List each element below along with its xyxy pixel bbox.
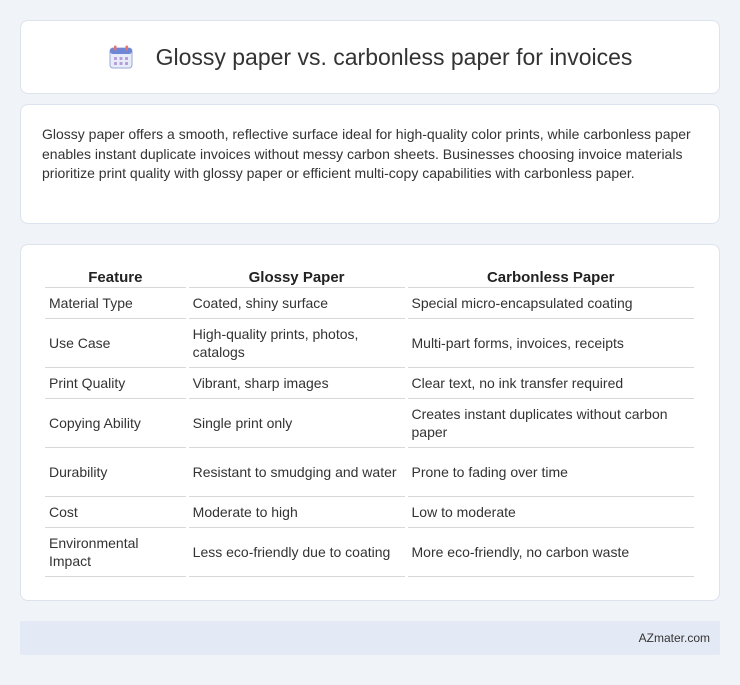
table-row: Material Type Coated, shiny surface Spec… — [45, 288, 694, 319]
row-feature: Material Type — [45, 288, 186, 319]
page-title: Glossy paper vs. carbonless paper for in… — [155, 43, 633, 70]
intro-text: Glossy paper offers a smooth, reflective… — [42, 126, 691, 181]
row-glossy: Resistant to smudging and water — [188, 448, 405, 497]
table-row: Copying Ability Single print only Create… — [45, 399, 694, 448]
row-carbonless: More eco-friendly, no carbon waste — [407, 528, 694, 577]
row-feature: Print Quality — [45, 368, 186, 399]
row-glossy: Less eco-friendly due to coating — [188, 528, 405, 577]
calendar-icon — [108, 44, 134, 70]
row-feature: Durability — [45, 448, 186, 497]
comparison-card: Feature Glossy Paper Carbonless Paper Ma… — [20, 244, 720, 601]
table-row: Print Quality Vibrant, sharp images Clea… — [45, 368, 694, 399]
header-glossy: Glossy Paper — [188, 265, 405, 288]
row-glossy: Vibrant, sharp images — [188, 368, 405, 399]
header-carbonless: Carbonless Paper — [407, 265, 694, 288]
table-header-row: Feature Glossy Paper Carbonless Paper — [45, 265, 694, 288]
row-glossy: High-quality prints, photos, catalogs — [188, 319, 405, 368]
row-carbonless: Creates instant duplicates without carbo… — [407, 399, 694, 448]
table-row: Use Case High-quality prints, photos, ca… — [45, 319, 694, 368]
row-carbonless: Prone to fading over time — [407, 448, 694, 497]
row-carbonless: Multi-part forms, invoices, receipts — [407, 319, 694, 368]
table-row: Cost Moderate to high Low to moderate — [45, 497, 694, 528]
row-glossy: Single print only — [188, 399, 405, 448]
row-glossy: Moderate to high — [188, 497, 405, 528]
row-feature: Use Case — [45, 319, 186, 368]
comparison-table: Feature Glossy Paper Carbonless Paper Ma… — [42, 265, 697, 577]
footer-brand: AZmater.com — [638, 631, 710, 645]
header-feature: Feature — [45, 265, 186, 288]
table-row: Durability Resistant to smudging and wat… — [45, 448, 694, 497]
row-feature: Environmental Impact — [45, 528, 186, 577]
intro-card: Glossy paper offers a smooth, reflective… — [20, 104, 720, 224]
title-card: Glossy paper vs. carbonless paper for in… — [20, 20, 720, 94]
row-feature: Cost — [45, 497, 186, 528]
row-carbonless: Special micro-encapsulated coating — [407, 288, 694, 319]
footer: AZmater.com — [20, 621, 720, 655]
table-row: Environmental Impact Less eco-friendly d… — [45, 528, 694, 577]
row-carbonless: Low to moderate — [407, 497, 694, 528]
row-feature: Copying Ability — [45, 399, 186, 448]
row-glossy: Coated, shiny surface — [188, 288, 405, 319]
row-carbonless: Clear text, no ink transfer required — [407, 368, 694, 399]
